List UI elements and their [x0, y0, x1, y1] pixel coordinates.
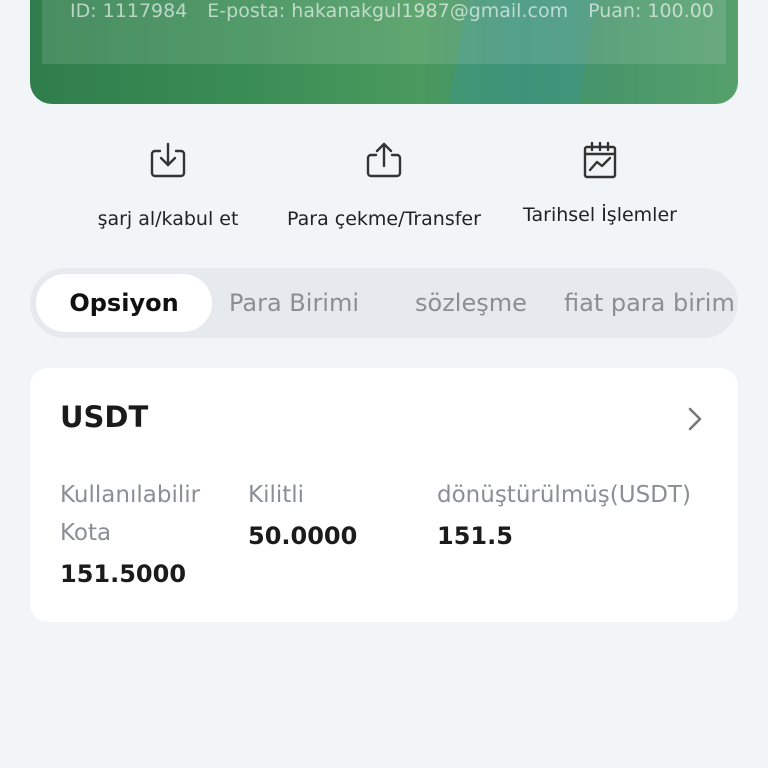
- account-email: E-posta: hakanakgul1987@gmail.com: [207, 0, 569, 22]
- available-quota-label: Kullanılabilir Kota: [60, 482, 201, 546]
- tab-opsiyon[interactable]: Opsiyon: [36, 274, 212, 332]
- account-score: Puan: 100.00: [588, 0, 714, 22]
- wallet-page: ID: 1117984 E-posta: hakanakgul1987@gmai…: [0, 0, 768, 768]
- tab-fiat-para-birimi[interactable]: fiat para birim: [564, 274, 735, 332]
- account-id: ID: 1117984: [70, 0, 188, 22]
- withdraw-transfer-button[interactable]: Para çekme/Transfer: [274, 138, 494, 230]
- usdt-balance-card[interactable]: USDT Kullanılabilir Kota 151.5000 Kilitl…: [30, 368, 738, 622]
- converted-column: dönüştürülmüş(USDT) 151.5: [437, 476, 691, 550]
- chevron-right-icon[interactable]: [686, 406, 704, 432]
- history-label: Tarihsel İşlemler: [523, 204, 677, 226]
- converted-value: 151.5: [437, 522, 513, 550]
- account-info-strip: ID: 1117984 E-posta: hakanakgul1987@gmai…: [42, 0, 726, 64]
- download-icon: [150, 142, 186, 178]
- locked-label: Kilitli: [248, 482, 305, 508]
- action-row: şarj al/kabul et Para çekme/Transfer Tar…: [0, 138, 768, 248]
- account-header-card: ID: 1117984 E-posta: hakanakgul1987@gmai…: [30, 0, 738, 104]
- calendar-chart-icon: [583, 141, 617, 179]
- history-button[interactable]: Tarihsel İşlemler: [490, 138, 710, 226]
- available-quota-column: Kullanılabilir Kota 151.5000: [60, 476, 240, 588]
- converted-label: dönüştürülmüş(USDT): [437, 482, 691, 508]
- upload-icon: [366, 142, 402, 178]
- deposit-label: şarj al/kabul et: [97, 208, 239, 230]
- asset-type-tabs: Opsiyon Para Birimi sözleşme fiat para b…: [30, 268, 738, 338]
- withdraw-transfer-label: Para çekme/Transfer: [287, 208, 481, 230]
- coin-name: USDT: [60, 400, 149, 434]
- locked-column: Kilitli 50.0000: [248, 476, 357, 550]
- available-quota-value: 151.5000: [60, 560, 187, 588]
- deposit-button[interactable]: şarj al/kabul et: [58, 138, 278, 230]
- tab-sozlesme[interactable]: sözleşme: [415, 274, 527, 332]
- tab-para-birimi[interactable]: Para Birimi: [229, 274, 359, 332]
- locked-value: 50.0000: [248, 522, 358, 550]
